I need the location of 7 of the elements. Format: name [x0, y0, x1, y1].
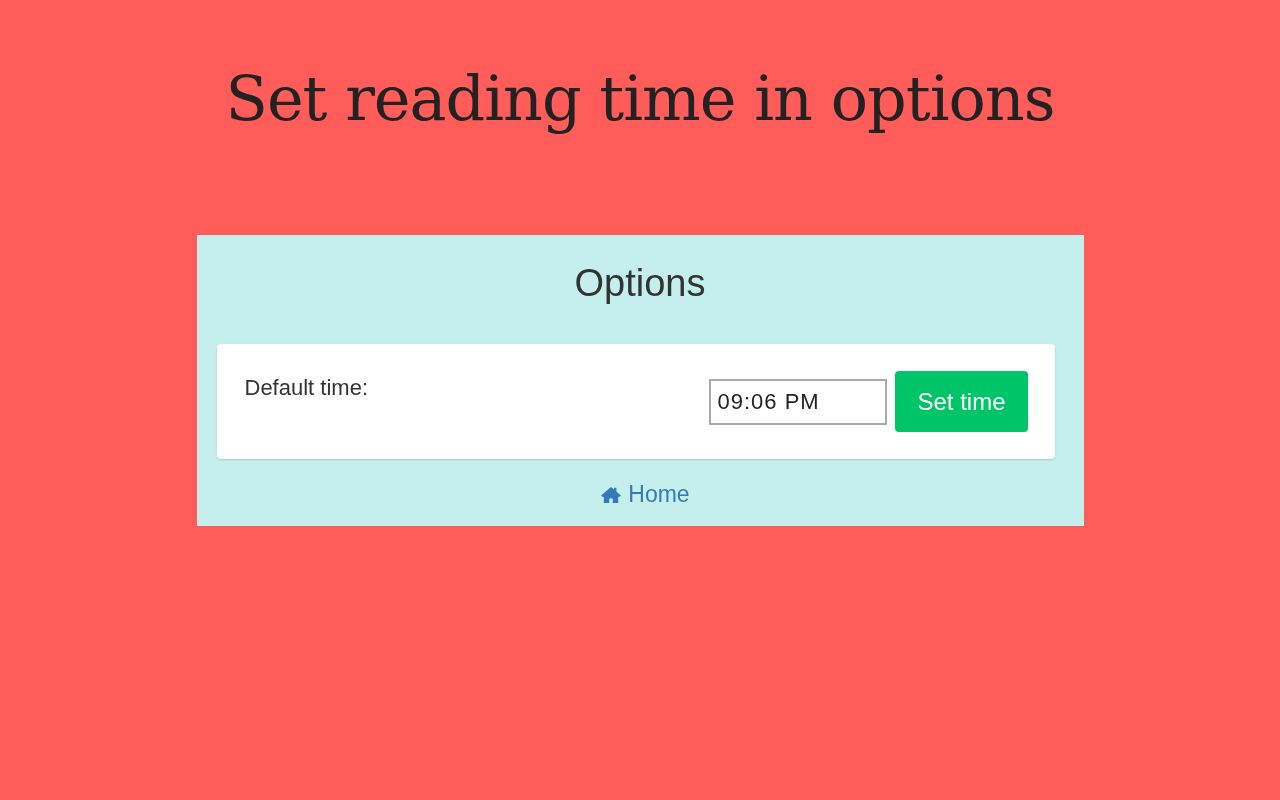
home-icon — [600, 485, 623, 504]
time-field[interactable]: 09:06 PM — [709, 378, 888, 425]
panel-title: Options — [574, 261, 706, 307]
set-time-button[interactable]: Set time — [895, 371, 1028, 433]
home-link[interactable]: Home — [600, 481, 690, 509]
headline: Set reading time in options — [225, 62, 1055, 137]
default-time-label: Default time: — [244, 375, 368, 402]
